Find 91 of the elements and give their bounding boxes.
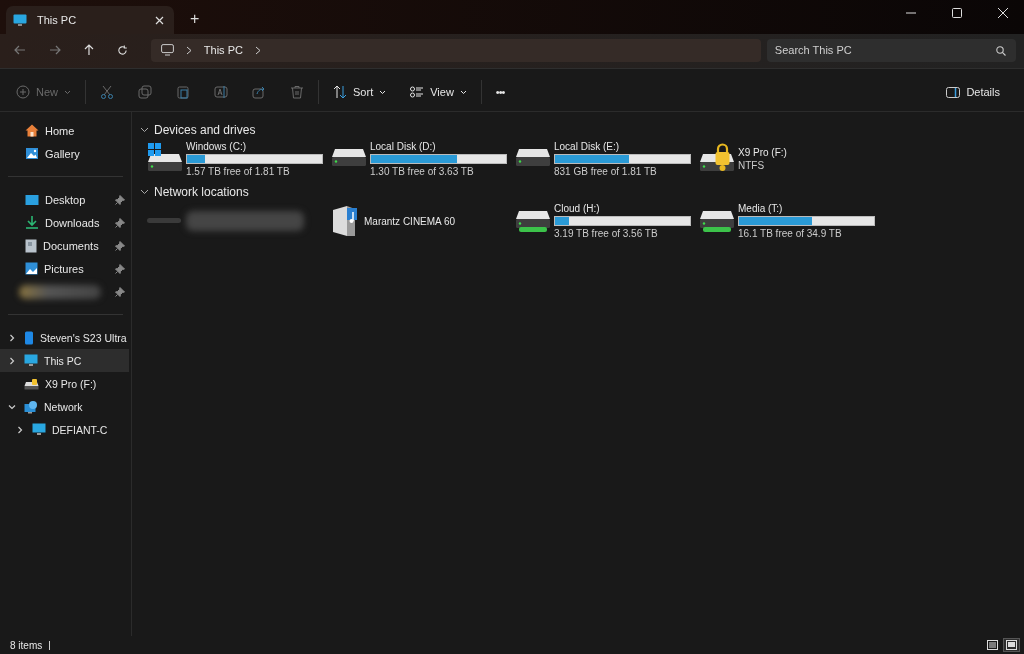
drive-name[interactable]: Local Disk (D:): [370, 141, 507, 152]
picture-icon: [25, 262, 38, 275]
pin-icon[interactable]: [115, 263, 125, 274]
details-view-button[interactable]: [984, 638, 1001, 652]
tab[interactable]: This PC: [6, 6, 174, 34]
drive-name[interactable]: Media (T:): [738, 203, 875, 214]
drive-detail: 1.30 TB free of 3.63 TB: [370, 166, 475, 177]
sidebar-item[interactable]: Home: [0, 119, 131, 142]
close-icon[interactable]: [998, 8, 1008, 18]
drive-name[interactable]: X9 Pro (F:): [738, 147, 787, 158]
tree-item[interactable]: DEFIANT-C: [0, 418, 129, 441]
search-field[interactable]: Search This PC: [766, 38, 1016, 62]
sort-arrows-icon: [333, 85, 347, 99]
list-view-icon: [410, 86, 425, 98]
sidebar-item[interactable]: Desktop: [0, 188, 131, 211]
section-header[interactable]: Network locations: [140, 183, 1024, 201]
tree-item[interactable]: Steven's S23 Ultra: [0, 326, 129, 349]
drive-icon: [147, 217, 181, 225]
tiles-view-button[interactable]: [1003, 638, 1020, 652]
chevron-down-icon[interactable]: [8, 402, 16, 411]
drive-name[interactable]: Local Disk (E:): [554, 141, 691, 152]
drive-detail: 3.19 TB free of 3.56 TB: [554, 228, 659, 239]
tab-title: This PC: [37, 14, 78, 26]
network-icon: [24, 399, 38, 414]
monitor-icon: [24, 354, 38, 367]
chevron-icon: [254, 45, 261, 55]
sort-button[interactable]: Sort: [325, 81, 395, 103]
sidebar-item[interactable]: Downloads: [0, 211, 131, 234]
item-count: 8 items: [10, 639, 43, 651]
caret-icon: [64, 89, 71, 95]
drive-icon: [515, 209, 551, 233]
section-header[interactable]: Devices and drives: [140, 121, 1024, 139]
pin-icon[interactable]: [115, 194, 125, 205]
house-icon: [25, 124, 39, 137]
picture-icon: [25, 147, 39, 160]
more-button[interactable]: •••: [487, 82, 513, 102]
tiles-view-icon: [1006, 640, 1017, 650]
new-tab-button[interactable]: +: [190, 10, 200, 28]
rename-icon: [214, 85, 228, 99]
monitor-icon: [13, 13, 27, 27]
chevron-down-icon: [140, 127, 149, 133]
monitor-icon: [160, 44, 174, 56]
share-icon: [252, 85, 266, 99]
sidebar-item[interactable]: Pictures: [0, 257, 131, 280]
drive-detail: NTFS: [738, 160, 766, 171]
chevron-right-icon[interactable]: [8, 333, 16, 342]
sidebar-item[interactable]: Gallery: [0, 142, 131, 165]
drive-detail: 16.1 TB free of 34.9 TB: [738, 228, 843, 239]
search-icon: [996, 45, 1006, 56]
monitor-icon: [25, 193, 39, 206]
trash-icon: [290, 85, 304, 99]
chevron-icon: [185, 45, 192, 55]
tree-item[interactable]: This PC: [0, 349, 129, 372]
copy-icon: [138, 85, 152, 99]
chevron-down-icon: [140, 189, 149, 195]
drive-name[interactable]: Windows (C:): [186, 141, 323, 152]
tree-item[interactable]: X9 Pro (F:): [0, 372, 129, 395]
clipboard-icon: [176, 85, 190, 99]
download-icon: [25, 216, 39, 229]
close-tab-icon[interactable]: [155, 15, 164, 25]
caret-icon: [379, 89, 387, 95]
refresh-icon[interactable]: [116, 44, 128, 56]
monitor-icon: [32, 423, 46, 436]
drive-name[interactable]: Cloud (H:): [554, 203, 691, 214]
address-bar[interactable]: This PC: [150, 38, 761, 62]
forward-icon[interactable]: [48, 45, 61, 55]
details-pane-icon: [946, 86, 961, 98]
pin-icon[interactable]: [115, 240, 125, 251]
drive-icon: [699, 209, 735, 233]
details-view-icon: [987, 640, 998, 650]
maximize-icon[interactable]: [952, 8, 962, 18]
pin-icon[interactable]: [115, 286, 125, 297]
up-icon[interactable]: [83, 44, 94, 56]
scissors-icon: [100, 85, 114, 99]
breadcrumb[interactable]: This PC: [203, 44, 243, 56]
sidebar-item[interactable]: Documents: [0, 234, 131, 257]
locked-drive-icon: [24, 377, 39, 390]
plus-circle-icon: [16, 85, 30, 99]
chevron-right-icon[interactable]: [16, 425, 24, 434]
document-icon: [25, 238, 37, 253]
phone-icon: [24, 330, 34, 345]
caret-icon: [459, 89, 467, 95]
back-icon[interactable]: [14, 45, 26, 55]
pin-icon[interactable]: [115, 217, 125, 228]
drive-name[interactable]: Marantz CINEMA 60: [364, 215, 456, 227]
view-button[interactable]: View: [402, 82, 475, 102]
tree-item[interactable]: Network: [0, 395, 129, 418]
details-button[interactable]: Details: [938, 82, 1008, 102]
drive-detail: 1.57 TB free of 1.81 TB: [186, 166, 291, 177]
chevron-right-icon[interactable]: [8, 356, 16, 365]
drive-detail: 831 GB free of 1.81 TB: [554, 166, 658, 177]
